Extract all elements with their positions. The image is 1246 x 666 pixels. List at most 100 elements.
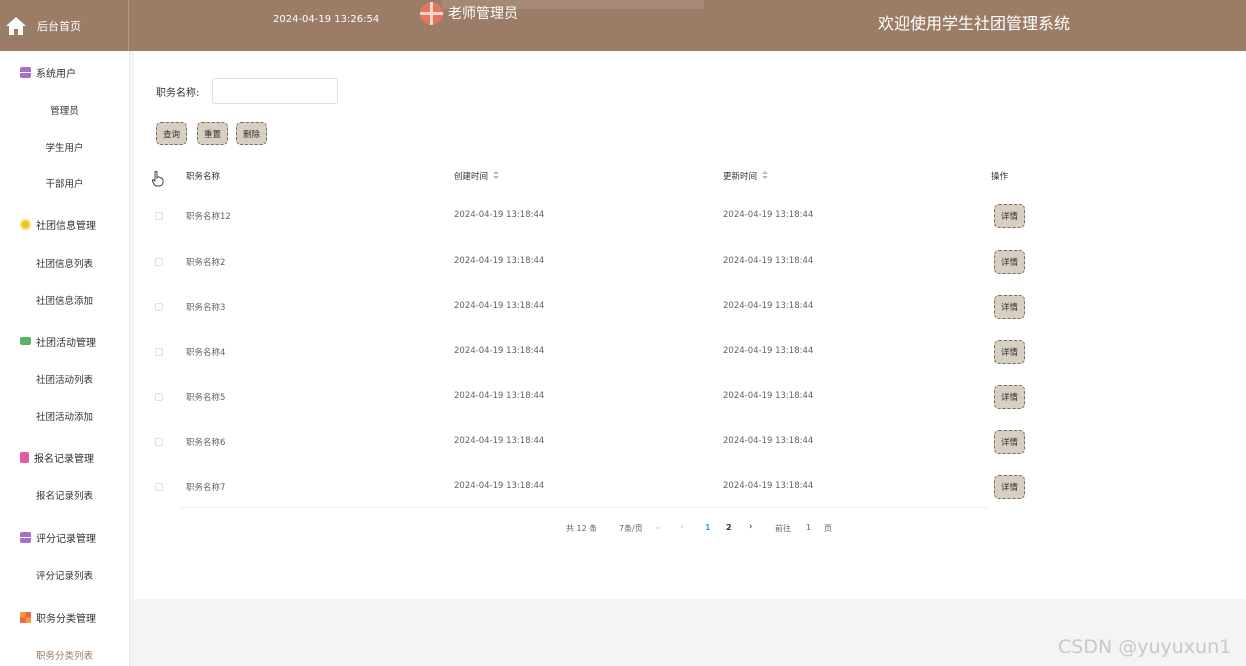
menu-group-system-users[interactable]: 系统用户 xyxy=(0,57,129,87)
query-button[interactable]: 查询 xyxy=(156,122,188,145)
table-row: 职务名称3 2024-04-19 13:18:44 2024-04-19 13:… xyxy=(134,284,1034,329)
detail-button[interactable]: 详情 xyxy=(994,430,1025,454)
cell-updated-time: 2024-04-19 13:18:44 xyxy=(723,301,814,311)
table-row: 职务名称4 2024-04-19 13:18:44 2024-04-19 13:… xyxy=(134,329,1034,374)
cell-position-name: 职务名称7 xyxy=(186,483,226,493)
user-name: 老师管理员 xyxy=(448,6,518,22)
menu-group-registration[interactable]: 报名记录管理 xyxy=(0,442,129,472)
current-datetime: 2024-04-19 13:26:54 xyxy=(273,14,380,25)
reset-button[interactable]: 重置 xyxy=(197,122,229,145)
menu-group-label: 职务分类管理 xyxy=(36,613,96,625)
detail-button[interactable]: 详情 xyxy=(994,295,1025,319)
table-row: 职务名称2 2024-04-19 13:18:44 2024-04-19 13:… xyxy=(134,239,1034,284)
menu-group-position-category[interactable]: 职务分类管理 xyxy=(0,602,129,632)
main-content: 职务名称: 查询 重置 删除 职务名称 创建时间 更新时间 操作 职务名称12 … xyxy=(134,51,1246,599)
chat-icon xyxy=(20,337,31,345)
sidebar-item-club-info-list[interactable]: 社团信息列表 xyxy=(0,248,129,278)
row-checkbox[interactable] xyxy=(155,483,163,491)
column-header-actions: 操作 xyxy=(991,170,1008,182)
sidebar-item-admin[interactable]: 管理员 xyxy=(0,95,129,125)
goto-page-input[interactable]: 1 xyxy=(806,523,811,532)
cell-created-time: 2024-04-19 13:18:44 xyxy=(454,436,545,446)
cell-created-time: 2024-04-19 13:18:44 xyxy=(454,210,545,220)
prev-page-icon[interactable]: ‹ xyxy=(680,522,684,532)
detail-button[interactable]: 详情 xyxy=(994,385,1025,409)
cell-updated-time: 2024-04-19 13:18:44 xyxy=(723,481,814,491)
row-checkbox[interactable] xyxy=(155,348,163,356)
cell-created-time: 2024-04-19 13:18:44 xyxy=(454,256,545,266)
next-page-icon[interactable]: › xyxy=(749,522,753,532)
cell-position-name: 职务名称2 xyxy=(186,258,226,268)
cell-created-time: 2024-04-19 13:18:44 xyxy=(454,391,545,401)
menu-group-club-activity[interactable]: 社团活动管理 xyxy=(0,326,129,356)
user-stack-icon xyxy=(20,66,31,78)
search-label: 职务名称: xyxy=(156,88,200,99)
sidebar-item-cadre-users[interactable]: 干部用户 xyxy=(0,168,129,198)
sidebar-item-position-category-list[interactable]: 职务分类列表 xyxy=(0,640,129,666)
cell-position-name: 职务名称3 xyxy=(186,303,226,313)
table-row: 职务名称5 2024-04-19 13:18:44 2024-04-19 13:… xyxy=(134,374,1034,419)
grid-icon xyxy=(20,611,31,623)
sidebar-item-activity-list[interactable]: 社团活动列表 xyxy=(0,364,129,394)
page-unit-label: 页 xyxy=(824,524,832,533)
sidebar-item-student-users[interactable]: 学生用户 xyxy=(0,132,129,162)
page-size-select[interactable]: 7条/页 xyxy=(619,523,643,534)
cell-updated-time: 2024-04-19 13:18:44 xyxy=(723,210,814,220)
goto-label: 前往 xyxy=(775,524,791,533)
welcome-title: 欢迎使用学生社团管理系统 xyxy=(878,14,1071,33)
menu-group-label: 评分记录管理 xyxy=(36,533,96,545)
column-header-label: 职务名称 xyxy=(186,172,221,182)
detail-button[interactable]: 详情 xyxy=(994,475,1025,499)
coin-icon xyxy=(20,218,31,230)
column-header-created[interactable]: 创建时间 xyxy=(454,170,500,182)
pagination-total: 共 12 条 xyxy=(566,524,598,533)
menu-group-club-info[interactable]: 社团信息管理 xyxy=(0,209,129,239)
sidebar-item-activity-add[interactable]: 社团活动添加 xyxy=(0,401,129,431)
cell-updated-time: 2024-04-19 13:18:44 xyxy=(723,256,814,266)
column-header-label: 操作 xyxy=(991,172,1009,182)
sort-icon[interactable] xyxy=(493,171,500,181)
menu-group-label: 系统用户 xyxy=(36,68,76,80)
search-input[interactable] xyxy=(212,78,338,104)
user-stack-icon xyxy=(20,531,31,543)
cell-created-time: 2024-04-19 13:18:44 xyxy=(454,301,545,311)
cell-position-name: 职务名称6 xyxy=(186,438,226,448)
page-number-1[interactable]: 1 xyxy=(705,523,711,532)
cell-position-name: 职务名称5 xyxy=(186,393,226,403)
row-checkbox[interactable] xyxy=(155,303,163,311)
menu-group-label: 社团活动管理 xyxy=(36,337,96,349)
column-header-updated[interactable]: 更新时间 xyxy=(723,170,769,182)
menu-group-label: 报名记录管理 xyxy=(34,453,94,465)
page-number-2[interactable]: 2 xyxy=(726,523,732,532)
menu-group-label: 社团信息管理 xyxy=(36,220,96,232)
menu-group-score[interactable]: 评分记录管理 xyxy=(0,522,129,552)
top-header: 后台首页 2024-04-19 13:26:54 老师管理员 欢迎使用学生社团管… xyxy=(0,0,1246,51)
chevron-down-icon[interactable]: ⌄ xyxy=(654,522,662,532)
detail-button[interactable]: 详情 xyxy=(994,340,1025,364)
document-icon xyxy=(20,451,29,463)
column-header-name: 职务名称 xyxy=(186,170,220,182)
sidebar-item-club-info-add[interactable]: 社团信息添加 xyxy=(0,285,129,315)
row-checkbox[interactable] xyxy=(155,438,163,446)
cell-created-time: 2024-04-19 13:18:44 xyxy=(454,481,545,491)
detail-button[interactable]: 详情 xyxy=(994,204,1025,228)
detail-button[interactable]: 详情 xyxy=(994,250,1025,274)
sidebar-menu: 系统用户 管理员 学生用户 干部用户 社团信息管理 社团信息列表 社团信息添加 … xyxy=(0,51,130,666)
watermark: CSDN @yuyuxun1 xyxy=(1058,636,1232,658)
sidebar-item-score-list[interactable]: 评分记录列表 xyxy=(0,560,129,590)
row-checkbox[interactable] xyxy=(155,258,163,266)
table-row: 职务名称6 2024-04-19 13:18:44 2024-04-19 13:… xyxy=(134,419,1034,464)
user-info[interactable]: 老师管理员 xyxy=(420,0,518,26)
sort-icon[interactable] xyxy=(762,171,769,181)
cell-updated-time: 2024-04-19 13:18:44 xyxy=(723,346,814,356)
delete-button[interactable]: 删除 xyxy=(236,122,268,145)
sidebar-item-registration-list[interactable]: 报名记录列表 xyxy=(0,480,129,510)
table-row: 职务名称7 2024-04-19 13:18:44 2024-04-19 13:… xyxy=(134,464,1034,509)
cell-created-time: 2024-04-19 13:18:44 xyxy=(454,346,545,356)
row-checkbox[interactable] xyxy=(155,393,163,401)
cell-updated-time: 2024-04-19 13:18:44 xyxy=(723,436,814,446)
home-link[interactable]: 后台首页 xyxy=(0,0,129,51)
table-divider xyxy=(181,507,987,508)
row-checkbox[interactable] xyxy=(155,212,163,220)
hand-cursor-icon xyxy=(152,171,164,187)
